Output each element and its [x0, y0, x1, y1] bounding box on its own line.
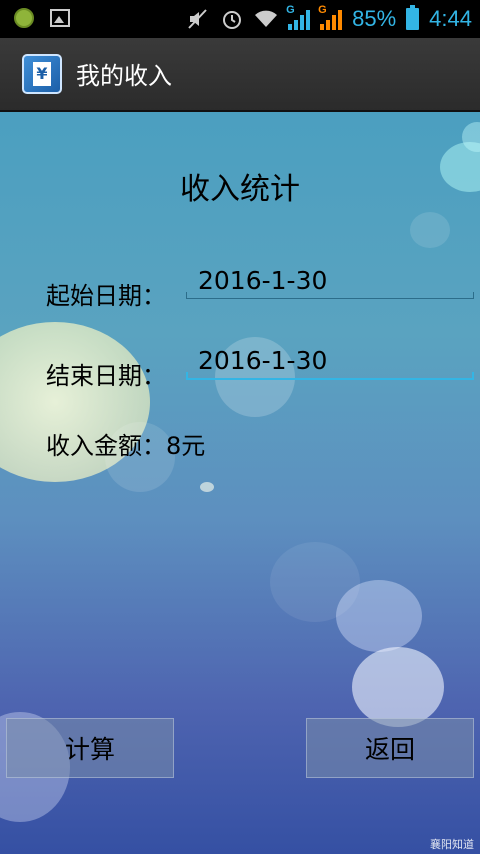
end-date-label: 结束日期： — [46, 362, 166, 390]
watermark: 襄阳知道 — [430, 838, 474, 851]
action-bar: ¥ 我的收入 — [0, 38, 480, 112]
mute-icon — [188, 9, 207, 29]
app-icon[interactable]: ¥ — [22, 54, 62, 94]
status-bar: G G 85% 4:44 — [0, 0, 480, 38]
end-date-value: 2016-1-30 — [198, 346, 328, 375]
signal-icon: G — [286, 4, 311, 30]
calculate-button[interactable]: 计算 — [6, 718, 174, 778]
yen-icon: ¥ — [33, 62, 51, 86]
app-notification-icon — [14, 8, 34, 28]
income-amount-text: 收入金额：8元 — [46, 432, 206, 460]
start-date-value: 2016-1-30 — [198, 266, 328, 295]
start-date-label: 起始日期： — [46, 282, 166, 310]
signal-icon-2: G — [318, 4, 343, 30]
alarm-icon — [223, 11, 242, 29]
main-content: 收入统计 起始日期： 2016-1-30 结束日期： 2016-1-30 收入金… — [0, 112, 480, 854]
image-notification-icon — [50, 9, 70, 27]
wifi-icon — [255, 10, 278, 27]
app-title: 我的收入 — [76, 62, 172, 90]
clock: 4:44 — [429, 6, 472, 31]
battery-percent: 85% — [352, 6, 397, 31]
start-date-field[interactable]: 2016-1-30 — [186, 262, 474, 299]
page-title: 收入统计 — [180, 172, 300, 207]
back-button[interactable]: 返回 — [306, 718, 474, 778]
battery-icon — [406, 5, 420, 30]
end-date-field[interactable]: 2016-1-30 — [186, 342, 474, 380]
